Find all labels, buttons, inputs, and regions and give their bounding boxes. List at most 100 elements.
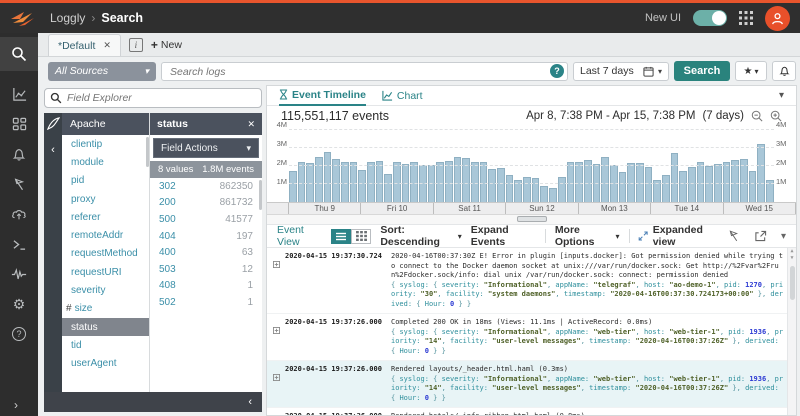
expand-event-icon[interactable]: [273, 365, 285, 403]
surround-events-icon[interactable]: [727, 230, 740, 242]
scroll-down-icon[interactable]: ▼: [790, 255, 793, 262]
tab-event-timeline[interactable]: Event Timeline: [279, 86, 366, 106]
timeline-bar[interactable]: [358, 170, 366, 202]
field-item[interactable]: requestURI: [62, 263, 149, 281]
field-item[interactable]: tid: [62, 336, 149, 354]
rail-expand-chevron[interactable]: ›: [0, 398, 18, 412]
field-item[interactable]: requestMethod: [62, 245, 149, 263]
log-event-row[interactable]: 2020-04-15 19:37:26.000Rendered layouts/…: [267, 361, 796, 408]
field-list-scrollbar[interactable]: [146, 137, 149, 167]
alerts-button[interactable]: [772, 61, 796, 81]
list-view-button[interactable]: [331, 229, 351, 244]
breadcrumb-brand[interactable]: Loggly: [50, 11, 85, 25]
field-item[interactable]: remoteAddr: [62, 226, 149, 244]
timeline-bar[interactable]: [723, 162, 731, 203]
status-code-value[interactable]: 200: [159, 197, 176, 208]
app-grid-icon[interactable]: [739, 11, 753, 25]
timeline-bar[interactable]: [324, 152, 332, 202]
timeline-bar[interactable]: [410, 162, 418, 203]
timeline-bar[interactable]: [549, 188, 557, 202]
nav-search-icon[interactable]: [0, 37, 38, 71]
more-options-dropdown[interactable]: More Options ▾: [555, 224, 620, 248]
nav-help-icon[interactable]: ?: [0, 319, 38, 349]
timeline-bar[interactable]: [445, 161, 453, 202]
field-item[interactable]: #size: [62, 300, 149, 318]
timeline-bar[interactable]: [540, 186, 548, 202]
timeline-bar[interactable]: [749, 171, 757, 202]
nav-alerts-icon[interactable]: [0, 139, 38, 169]
timeline-bar[interactable]: [506, 175, 514, 202]
timeline-bar[interactable]: [384, 174, 392, 202]
timeline-bar[interactable]: [688, 167, 696, 202]
status-code-value[interactable]: 502: [159, 297, 176, 308]
field-item[interactable]: referer: [62, 208, 149, 226]
status-value-row[interactable]: 50041577: [150, 211, 262, 228]
grid-view-button[interactable]: [351, 229, 371, 244]
expand-events-button[interactable]: Expand Events: [471, 224, 536, 248]
export-icon[interactable]: [754, 230, 767, 242]
tab-close-icon[interactable]: ✕: [103, 40, 111, 51]
status-code-value[interactable]: 503: [159, 264, 176, 275]
field-item[interactable]: clientip: [62, 135, 149, 153]
scroll-up-icon[interactable]: ▲: [790, 248, 793, 255]
search-logs-input[interactable]: [161, 62, 568, 81]
nav-anomalies-icon[interactable]: [0, 169, 38, 199]
timeline-bar[interactable]: [289, 171, 297, 203]
timeline-bar[interactable]: [376, 161, 384, 202]
field-explorer-input[interactable]: [44, 88, 262, 108]
field-item[interactable]: userAgent: [62, 355, 149, 373]
timeline-bar[interactable]: [341, 162, 349, 203]
all-sources-dropdown[interactable]: All Sources ▾: [48, 62, 156, 81]
status-code-value[interactable]: 408: [159, 280, 176, 291]
field-item[interactable]: severity: [62, 281, 149, 299]
expand-event-icon[interactable]: [273, 318, 285, 356]
saved-searches-button[interactable]: ★ ▾: [735, 61, 767, 81]
panel-collapse-chevron[interactable]: ‹: [51, 144, 55, 156]
nav-dashboards-icon[interactable]: [0, 109, 38, 139]
sort-dropdown[interactable]: Sort: Descending ▾: [380, 224, 461, 248]
field-actions-dropdown[interactable]: Field Actions ▾: [153, 138, 259, 158]
scrollbar-thumb[interactable]: [790, 266, 795, 300]
nav-source-setup-icon[interactable]: [0, 199, 38, 229]
status-value-row[interactable]: 302862350: [150, 178, 262, 195]
timeline-bar[interactable]: [662, 175, 670, 202]
tab-chart[interactable]: Chart: [382, 86, 423, 106]
status-panel-close-icon[interactable]: ✕: [247, 119, 255, 130]
chart-drag-handle[interactable]: [517, 216, 547, 222]
timeline-bar[interactable]: [757, 144, 765, 202]
event-view-collapse-caret[interactable]: ▾: [781, 231, 786, 242]
timeline-bar[interactable]: [532, 178, 540, 202]
timeline-bar[interactable]: [558, 177, 566, 202]
footer-collapse-chevron[interactable]: ‹: [248, 396, 252, 408]
time-range-picker[interactable]: Last 7 days ▾: [573, 62, 669, 81]
nav-charts-icon[interactable]: [0, 79, 38, 109]
timeline-collapse-caret[interactable]: ▾: [779, 90, 784, 101]
field-item[interactable]: module: [62, 153, 149, 171]
status-list-scrollbar[interactable]: [259, 180, 262, 210]
zoom-out-icon[interactable]: [751, 110, 763, 122]
new-tab-button[interactable]: + New: [151, 38, 182, 52]
field-item[interactable]: status: [62, 318, 149, 336]
timeline-bar[interactable]: [488, 169, 496, 202]
log-event-row[interactable]: 2020-04-15 19:37:26.000Completed 200 OK …: [267, 314, 796, 361]
search-help-icon[interactable]: ?: [550, 64, 564, 78]
log-event-row[interactable]: 2020-04-15 19:37:26.000Rendered hotels/_…: [267, 408, 796, 415]
nav-terminal-icon[interactable]: [0, 229, 38, 259]
event-list-scrollbar[interactable]: ▲ ▼: [787, 248, 796, 415]
status-value-row[interactable]: 5021: [150, 294, 262, 311]
timeline-bar[interactable]: [315, 157, 323, 202]
expand-event-icon[interactable]: [273, 412, 285, 415]
nav-settings-icon[interactable]: ⚙: [0, 289, 38, 319]
timeline-bar[interactable]: [679, 171, 687, 203]
search-button[interactable]: Search: [674, 61, 730, 81]
expand-event-icon[interactable]: [273, 252, 285, 309]
timeline-bar[interactable]: [731, 160, 739, 202]
status-value-row[interactable]: 40063: [150, 244, 262, 261]
timeline-bar[interactable]: [645, 167, 653, 202]
status-code-value[interactable]: 302: [159, 181, 176, 192]
tab-info-button[interactable]: i: [129, 38, 143, 52]
new-ui-toggle[interactable]: [693, 10, 727, 26]
field-item[interactable]: pid: [62, 172, 149, 190]
status-value-row[interactable]: 404197: [150, 228, 262, 245]
field-item[interactable]: proxy: [62, 190, 149, 208]
